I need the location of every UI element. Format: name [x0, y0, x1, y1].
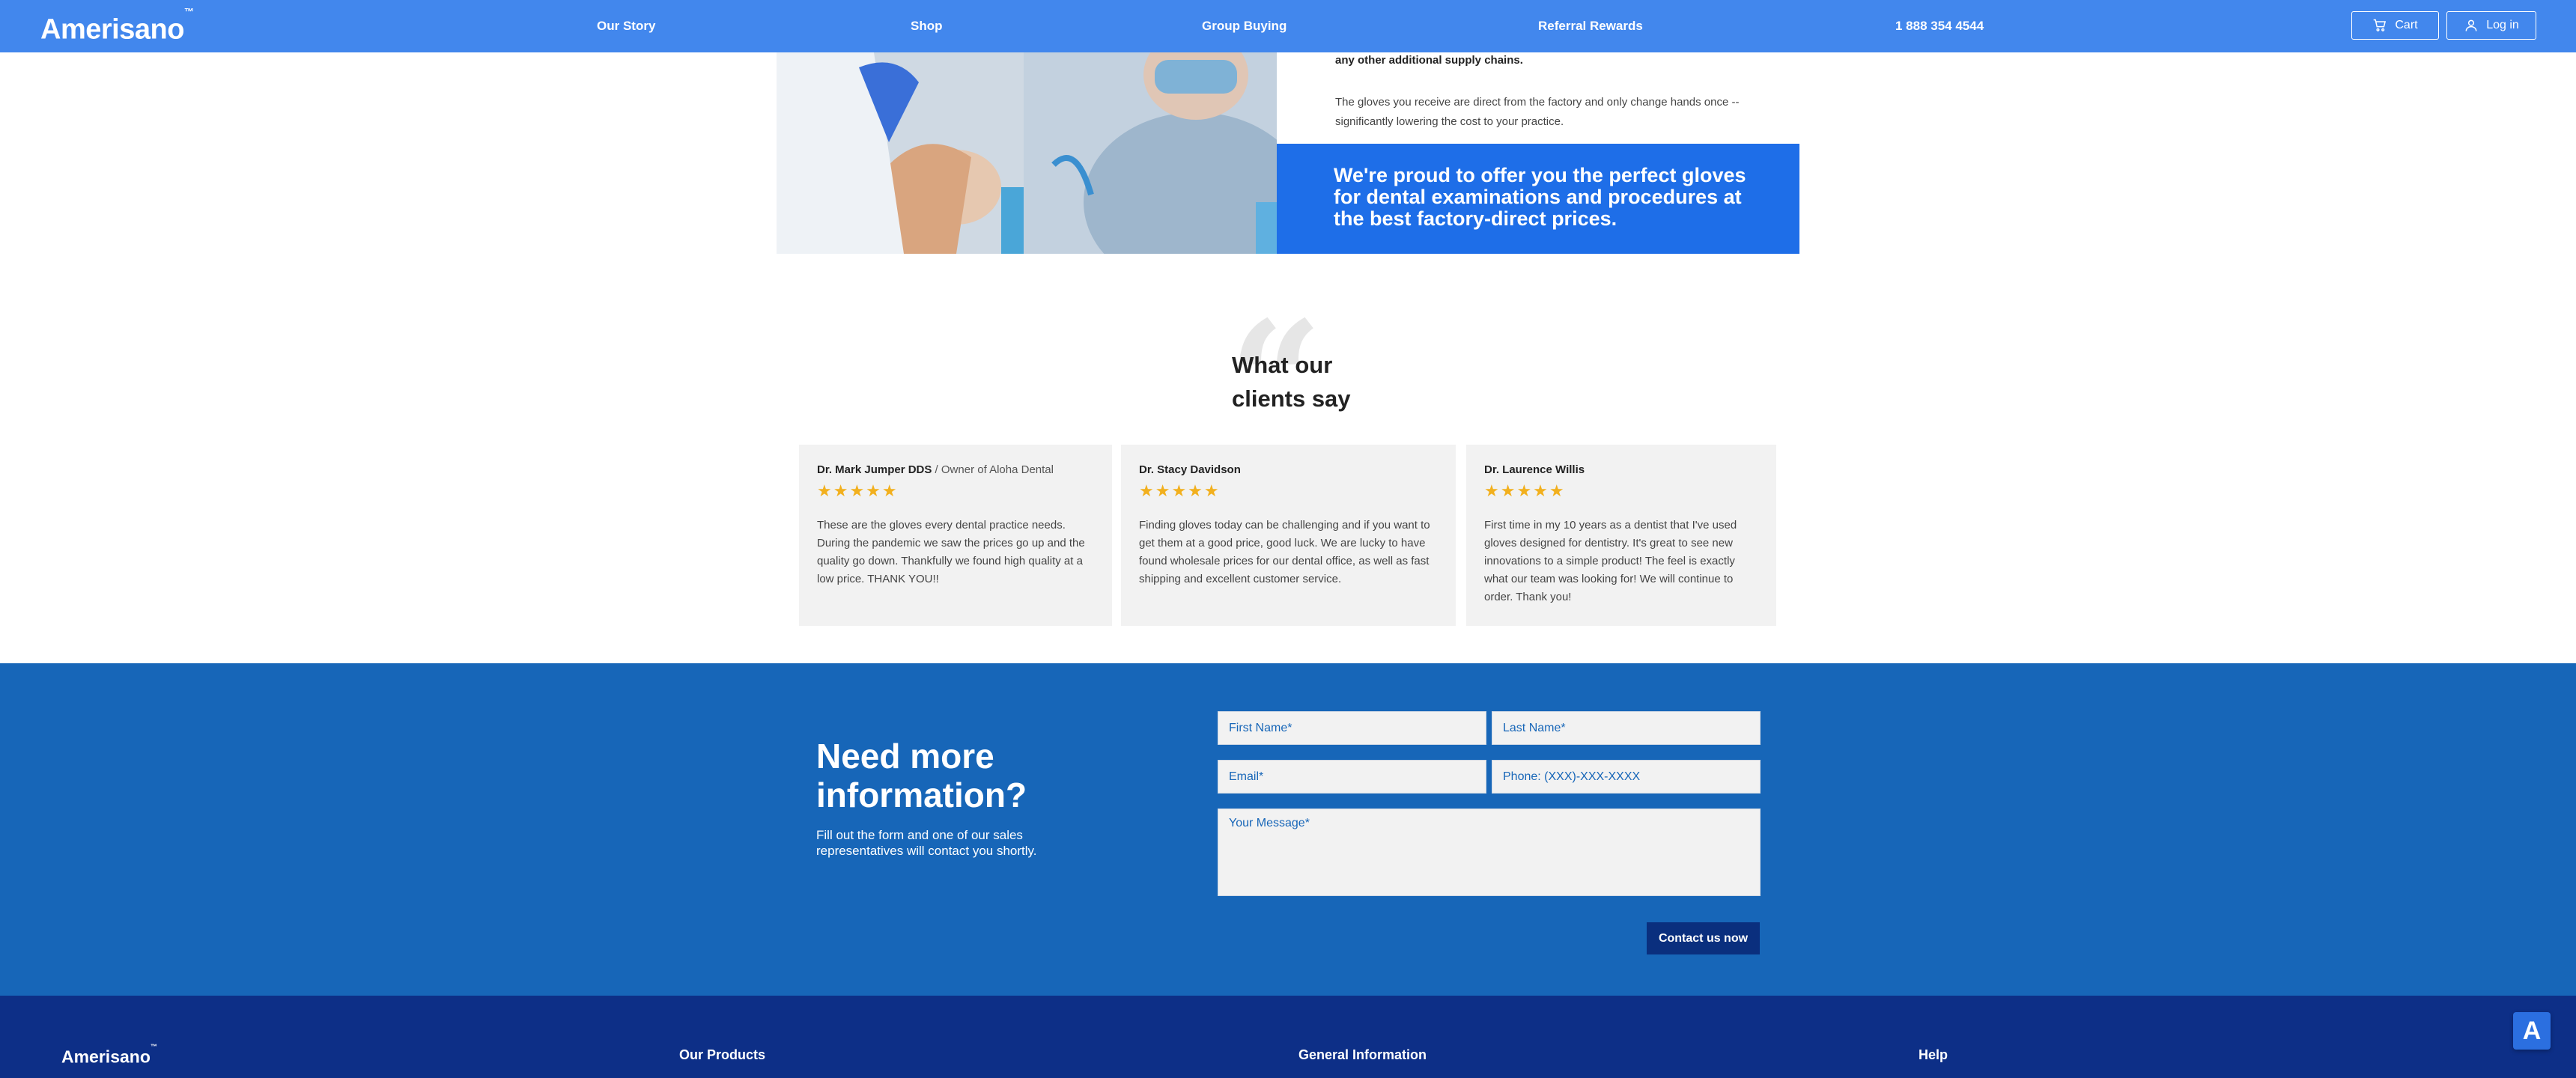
footer-logo[interactable]: Amerisano™ [61, 1043, 157, 1067]
dental-exam-photo [777, 52, 1277, 254]
login-label: Log in [2486, 19, 2519, 31]
testimonial-role: / Owner of Aloha Dental [932, 463, 1054, 476]
last-name-field[interactable] [1492, 711, 1761, 745]
rating-stars: ★★★★★ [817, 481, 899, 500]
first-name-field[interactable] [1218, 711, 1486, 745]
login-button[interactable]: Log in [2446, 11, 2536, 40]
cart-button[interactable]: Cart [2351, 11, 2439, 40]
accessibility-widget-button[interactable]: A [2513, 1012, 2551, 1050]
testimonial-author: Dr. Mark Jumper DDS [817, 463, 932, 476]
testimonial-author: Dr. Stacy Davidson [1139, 463, 1241, 476]
footer-heading-our-products: Our Products [679, 1047, 766, 1062]
logo[interactable]: Amerisano™ [40, 6, 194, 46]
footer-logo-trademark: ™ [150, 1043, 157, 1050]
nav-link-shop[interactable]: Shop [911, 18, 943, 34]
rating-stars: ★★★★★ [1139, 481, 1221, 500]
testimonials-title: What our clients say [1232, 352, 1351, 412]
nav-phone-link[interactable]: 1 888 354 4544 [1895, 18, 1984, 34]
testimonial-text: Finding gloves today can be challenging … [1139, 519, 1430, 585]
contact-title: Need more information? [816, 737, 1027, 814]
cart-icon [2374, 19, 2387, 31]
testimonial-card: Dr. Laurence Willis ★★★★★ First time in … [1466, 445, 1776, 626]
testimonial-text: First time in my 10 years as a dentist t… [1484, 519, 1737, 603]
footer-heading-general-information: General Information [1298, 1047, 1427, 1062]
testimonial-author: Dr. Laurence Willis [1484, 463, 1585, 476]
email-field[interactable] [1218, 760, 1486, 794]
hero-banner-text: We're proud to offer you the perfect glo… [1334, 164, 1746, 230]
nav-link-our-story[interactable]: Our Story [597, 18, 655, 34]
testimonial-card: Dr. Mark Jumper DDS / Owner of Aloha Den… [799, 445, 1112, 626]
contact-section: Need more information? Fill out the form… [0, 663, 2576, 996]
rating-stars: ★★★★★ [1484, 481, 1566, 500]
logo-text: Amerisano [40, 13, 184, 46]
user-icon [2465, 19, 2477, 31]
dental-exam-illustration [777, 52, 1277, 254]
footer: Amerisano™ Our Products General Informat… [0, 996, 2576, 1078]
hero-banner: We're proud to offer you the perfect glo… [1277, 144, 1799, 254]
hero-bold-line: any other additional supply chains. [1335, 54, 1523, 67]
logo-trademark: ™ [183, 6, 194, 17]
nav-link-group-buying[interactable]: Group Buying [1202, 18, 1287, 34]
nav-link-referral-rewards[interactable]: Referral Rewards [1538, 18, 1643, 34]
message-field[interactable] [1218, 808, 1761, 896]
contact-subtitle: Fill out the form and one of our sales r… [816, 828, 1037, 858]
top-navbar: Amerisano™ Our Story Shop Group Buying R… [0, 0, 2576, 52]
footer-heading-help: Help [1919, 1047, 1948, 1062]
cart-label: Cart [2395, 19, 2418, 31]
footer-logo-text: Amerisano [61, 1047, 151, 1067]
contact-submit-button[interactable]: Contact us now [1647, 922, 1760, 954]
testimonial-card: Dr. Stacy Davidson ★★★★★ Finding gloves … [1121, 445, 1456, 626]
testimonial-text: These are the gloves every dental practi… [817, 519, 1085, 585]
hero-paragraph: The gloves you receive are direct from t… [1335, 96, 1740, 128]
phone-field[interactable] [1492, 760, 1761, 794]
